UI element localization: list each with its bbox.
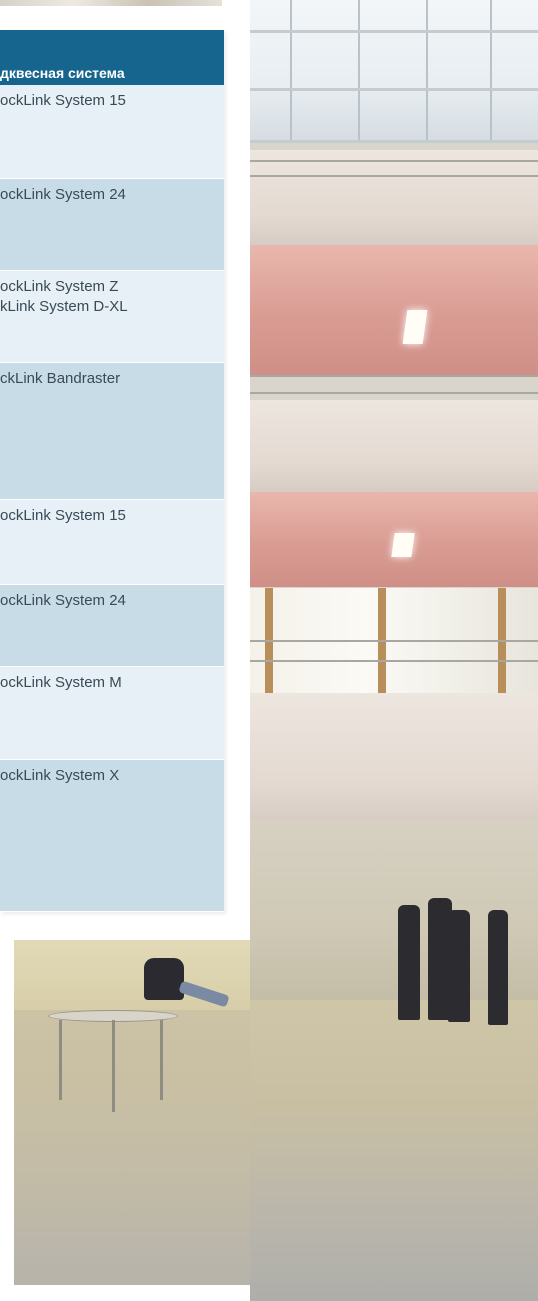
table-row: ockLink System 24: [0, 179, 224, 271]
table-row: ockLink System 24: [0, 585, 224, 667]
ceiling-system-table: дквесная система ockLink System 15 ockLi…: [0, 30, 224, 912]
row-label: ockLink System 24: [0, 186, 126, 203]
atrium-photo: [250, 0, 538, 1301]
railing: [250, 660, 538, 662]
row-label: ockLink System X: [0, 767, 120, 784]
table-leg: [59, 1020, 62, 1100]
table-row: ockLink System 15: [0, 85, 224, 179]
railing: [250, 640, 538, 642]
lower-gallery: [250, 693, 538, 823]
ceiling-light: [391, 533, 415, 557]
skylight-beam: [250, 140, 538, 143]
table-header-label: дквесная система: [0, 65, 125, 81]
railing: [250, 160, 538, 162]
ceiling-soffit: [250, 245, 538, 375]
top-image-strip: [0, 0, 222, 6]
seating-area-photo: [14, 940, 250, 1285]
row-label: ockLink System M: [0, 674, 122, 691]
person-figure: [488, 910, 508, 1025]
table-leg: [160, 1020, 163, 1100]
skylight: [250, 0, 538, 140]
table-row: ockLink System 15: [0, 500, 224, 585]
hall-floor: [250, 1000, 538, 1301]
skylight-mullion: [358, 0, 360, 140]
row-label: ckLink Bandraster: [0, 370, 121, 387]
skylight-beam: [250, 88, 538, 91]
skylight-mullion: [490, 0, 492, 140]
railing: [250, 375, 538, 377]
middle-gallery: [250, 400, 538, 492]
railing: [250, 175, 538, 177]
table-row: ockLink System Z kLink System D-XL: [0, 271, 224, 363]
railing: [250, 392, 538, 394]
upper-gallery: [250, 150, 538, 245]
row-label: ockLink System 24: [0, 592, 126, 609]
seated-person: [144, 958, 184, 1000]
row-label: ockLink System 15: [0, 92, 126, 109]
table-row: ckLink Bandraster: [0, 363, 224, 500]
person-figure: [448, 910, 470, 1022]
skylight-beam: [250, 30, 538, 33]
row-label: ockLink System 15: [0, 507, 126, 524]
person-figure: [398, 905, 420, 1020]
table-leg: [112, 1020, 115, 1112]
skylight-mullion: [426, 0, 428, 140]
row-label: ockLink System Z kLink System D-XL: [0, 278, 128, 315]
table-row: ockLink System M: [0, 667, 224, 760]
table-row: ockLink System X: [0, 760, 224, 912]
skylight-mullion: [290, 0, 292, 140]
table-header: дквесная система: [0, 30, 224, 85]
